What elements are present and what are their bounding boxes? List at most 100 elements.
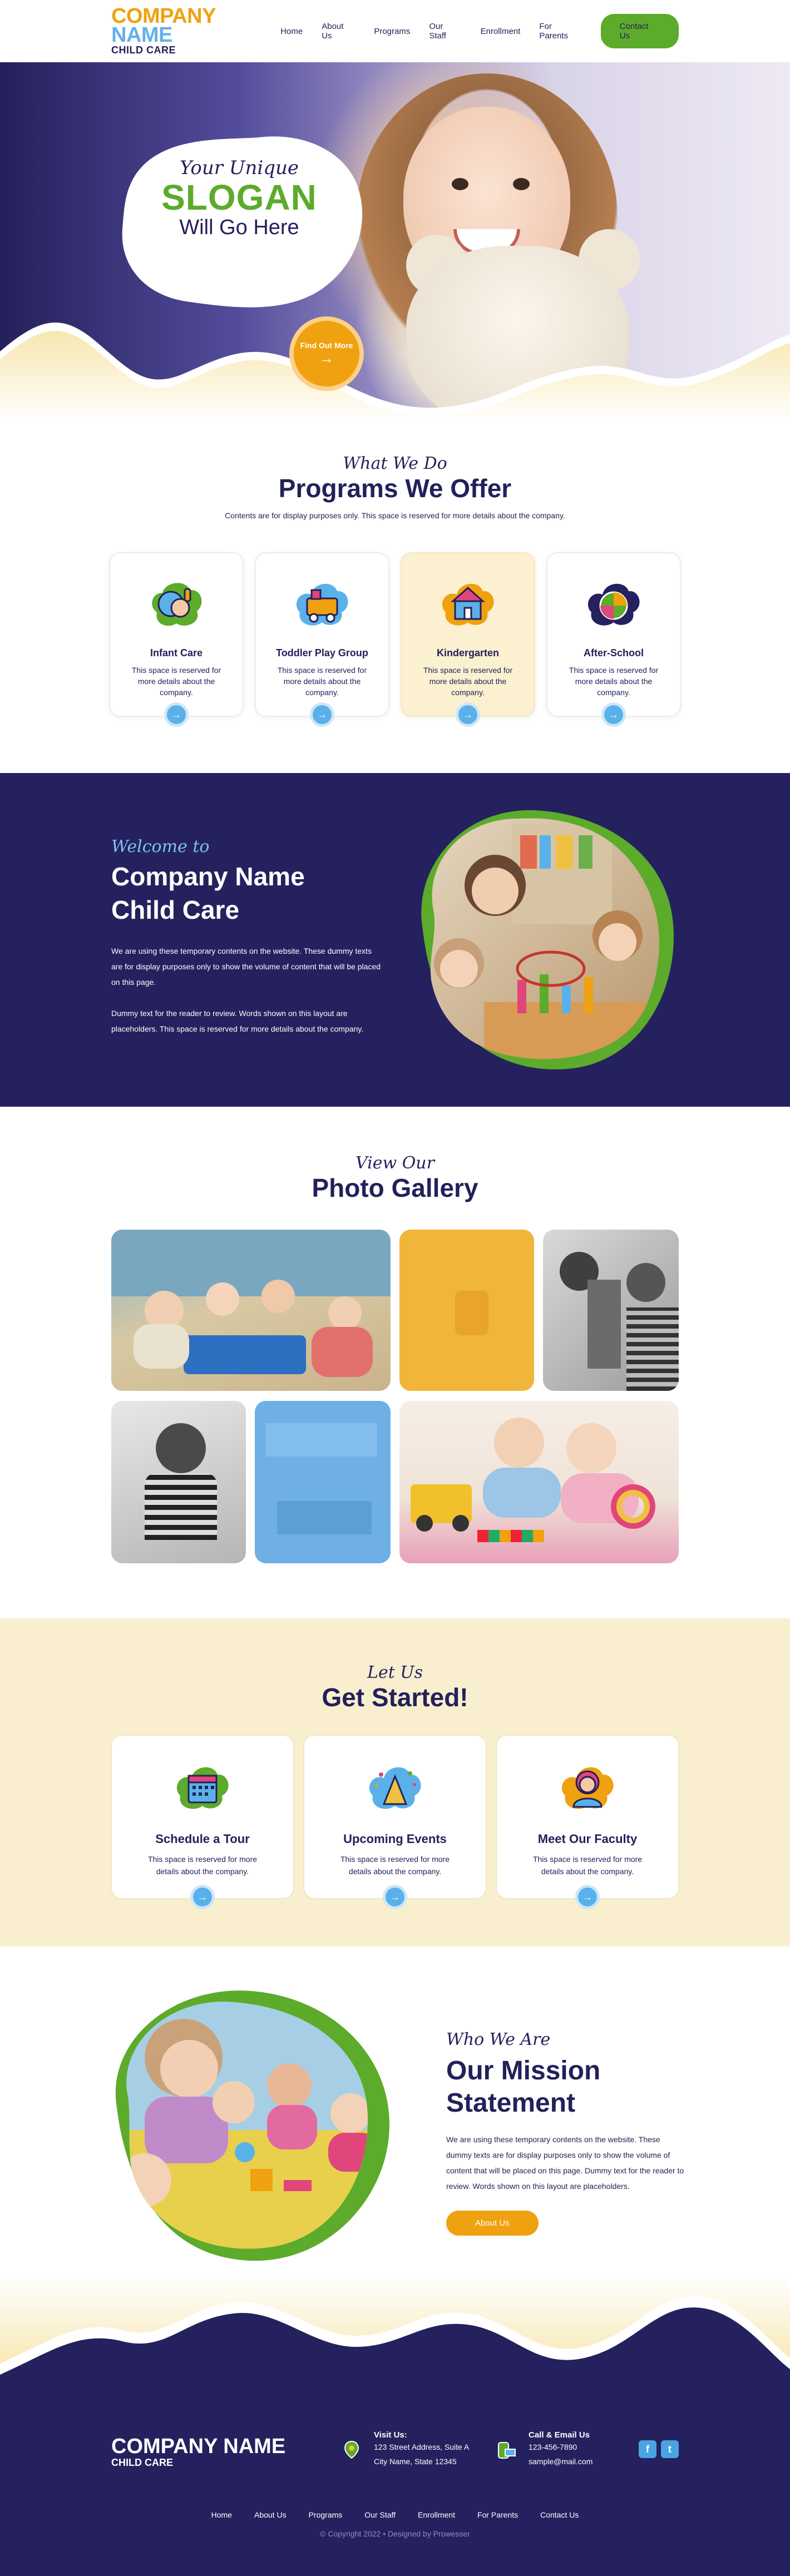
gallery-photo-detail xyxy=(416,1515,433,1532)
program-card-text: This space is reserved for more details … xyxy=(569,666,659,697)
programs-title: Programs We Offer xyxy=(278,474,512,503)
gallery-photo-detail xyxy=(452,1515,469,1532)
nav-about[interactable]: About Us xyxy=(322,22,355,41)
welcome-paragraph-1: We are using these temporary contents on… xyxy=(111,947,381,987)
mission-paragraph: We are using these temporary contents on… xyxy=(446,2135,684,2191)
footer-nav-about[interactable]: About Us xyxy=(254,2510,287,2519)
nav-parents[interactable]: For Parents xyxy=(539,22,581,41)
visit-title: Visit Us: xyxy=(374,2430,407,2440)
nav-staff[interactable]: Our Staff xyxy=(429,22,461,41)
gallery-photo-detail xyxy=(566,1423,616,1473)
program-card-kindergarten[interactable]: Kindergarten This space is reserved for … xyxy=(401,552,535,727)
program-card-toddler[interactable]: Toddler Play Group This space is reserve… xyxy=(255,552,389,727)
hero-slogan: Your Unique SLOGAN Will Go Here xyxy=(128,157,350,240)
card-schedule-tour[interactable]: Schedule a Tour This space is reserved f… xyxy=(111,1735,294,1909)
photo-gallery-grid xyxy=(111,1230,679,1563)
footer-nav: Home About Us Programs Our Staff Enrollm… xyxy=(0,2510,790,2519)
gallery-photo-detail xyxy=(626,1263,665,1302)
gallery-photo[interactable] xyxy=(111,1230,391,1391)
gallery-photo-detail xyxy=(266,1423,377,1457)
footer-nav-staff[interactable]: Our Staff xyxy=(364,2510,396,2519)
program-card-text: This space is reserved for more details … xyxy=(131,666,221,697)
mission-title: Our Mission Statement xyxy=(446,2055,685,2119)
arrow-right-icon[interactable]: → xyxy=(575,1885,600,1909)
card-title: Meet Our Faculty xyxy=(537,1832,638,1846)
ball-icon xyxy=(587,583,640,626)
toy-train-icon xyxy=(296,583,348,626)
gallery-photo-detail xyxy=(277,1501,372,1534)
hero-photo-eye xyxy=(513,178,530,190)
nav-home[interactable]: Home xyxy=(280,27,303,36)
gallery-photo-detail xyxy=(156,1423,206,1473)
gallery-photo[interactable] xyxy=(543,1230,679,1391)
footer-nav-contact[interactable]: Contact Us xyxy=(540,2510,579,2519)
calendar-icon xyxy=(176,1767,229,1809)
arrow-right-icon: → xyxy=(319,350,334,366)
gallery-photo-detail xyxy=(328,1296,362,1330)
gallery-photo-detail xyxy=(587,1280,621,1369)
footer-nav-parents[interactable]: For Parents xyxy=(477,2510,518,2519)
email-address[interactable]: sample@mail.com xyxy=(529,2454,592,2469)
card-meet-faculty[interactable]: Meet Our Faculty This space is reserved … xyxy=(496,1735,679,1909)
find-out-more-button[interactable]: Find Out More → xyxy=(289,316,364,391)
arrow-right-icon[interactable]: → xyxy=(456,702,480,727)
started-cards: Schedule a Tour This space is reserved f… xyxy=(0,1735,790,1909)
footer-nav-programs[interactable]: Programs xyxy=(309,2510,343,2519)
social-links: f t xyxy=(639,2440,679,2458)
main-nav: Home About Us Programs Our Staff Enrollm… xyxy=(280,14,679,48)
arrow-right-icon[interactable]: → xyxy=(310,702,334,727)
programs-subtitle: Contents are for display purposes only. … xyxy=(225,511,565,520)
card-text: This space is reserved for more details … xyxy=(147,1855,258,1876)
program-card-text: This space is reserved for more details … xyxy=(277,666,367,697)
gallery-photo[interactable] xyxy=(111,1401,246,1563)
mission-title-line-1: Our Mission xyxy=(446,2056,601,2085)
arrow-right-icon[interactable]: → xyxy=(601,702,626,727)
nav-enrollment[interactable]: Enrollment xyxy=(481,27,521,36)
gallery-photo-detail xyxy=(134,1324,189,1369)
gallery-script: View Our xyxy=(356,1153,434,1173)
gallery-photo-detail xyxy=(611,1484,655,1529)
call-title: Call & Email Us xyxy=(529,2430,590,2440)
site-header: COMPANY NAME CHILD CARE Home About Us Pr… xyxy=(0,0,790,62)
twitter-icon[interactable]: t xyxy=(661,2440,679,2458)
footer-contact: Call & Email Us 123-456-7890 sample@mail… xyxy=(494,2430,592,2469)
welcome-script: Welcome to xyxy=(111,837,210,856)
footer-logo[interactable]: COMPANY NAME CHILD CARE xyxy=(111,2436,285,2469)
gallery-photo[interactable] xyxy=(399,1230,534,1391)
facebook-icon[interactable]: f xyxy=(639,2440,656,2458)
footer-nav-home[interactable]: Home xyxy=(211,2510,232,2519)
slogan-line-3: Will Go Here xyxy=(179,216,299,239)
programs-script-heading: What We Do xyxy=(343,454,447,473)
gallery-photo-detail xyxy=(494,1418,544,1468)
mission-text: Who We Are Our Mission Statement We are u… xyxy=(446,2030,685,2236)
arrow-right-icon[interactable]: → xyxy=(164,702,189,727)
arrow-right-icon[interactable]: → xyxy=(383,1885,407,1909)
gallery-photo-detail xyxy=(206,1282,239,1316)
started-script: Let Us xyxy=(367,1663,423,1682)
welcome-text: Welcome to Company Name Child Care We are… xyxy=(111,837,384,1037)
gallery-photo[interactable] xyxy=(255,1401,391,1563)
gallery-photo-detail xyxy=(184,1335,306,1374)
phone-number[interactable]: 123-456-7890 xyxy=(529,2440,592,2454)
card-upcoming-events[interactable]: Upcoming Events This space is reserved f… xyxy=(303,1735,487,1909)
map-pin-icon xyxy=(339,2438,364,2463)
footer-logo-line-1: COMPANY NAME xyxy=(111,2435,286,2458)
baby-icon xyxy=(152,583,202,626)
gallery-photo-detail xyxy=(455,1291,488,1335)
arrow-right-icon[interactable]: → xyxy=(190,1885,215,1909)
page: COMPANY NAME CHILD CARE Home About Us Pr… xyxy=(0,0,790,2576)
program-card-text: This space is reserved for more details … xyxy=(423,666,513,697)
site-logo[interactable]: COMPANY NAME CHILD CARE xyxy=(111,6,280,56)
program-card-infant[interactable]: Infant Care This space is reserved for m… xyxy=(109,552,244,727)
gallery-photo-detail xyxy=(626,1307,679,1391)
contact-button[interactable]: Contact Us xyxy=(600,14,679,48)
gallery-photo[interactable] xyxy=(399,1401,679,1563)
mission-title-line-2: Statement xyxy=(446,2088,576,2118)
mission-photo xyxy=(115,1990,389,2261)
nav-programs[interactable]: Programs xyxy=(374,27,410,36)
programs-cards: Infant Care This space is reserved for m… xyxy=(0,552,790,727)
footer-nav-enrollment[interactable]: Enrollment xyxy=(418,2510,455,2519)
program-card-afterschool[interactable]: After-School This space is reserved for … xyxy=(546,552,681,727)
gallery-section: View Our Photo Gallery xyxy=(0,1107,790,1618)
about-us-button[interactable]: About Us xyxy=(446,2211,539,2236)
